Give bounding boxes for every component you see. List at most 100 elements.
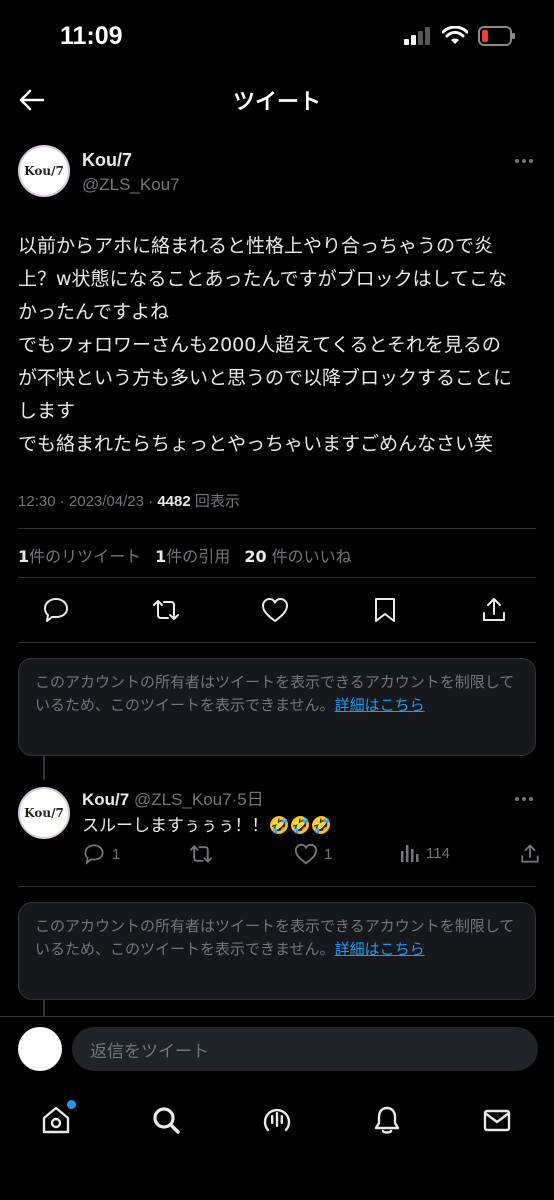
retweets-stat[interactable]: 1件のリツイート bbox=[18, 543, 141, 567]
reply-author-name[interactable]: Kou/7 bbox=[82, 790, 129, 809]
battery-low-icon bbox=[478, 26, 515, 46]
reply-reply-count: 1 bbox=[112, 845, 121, 863]
likes-label: 件のいいね bbox=[271, 547, 352, 566]
tweet-time: 12:30 bbox=[18, 493, 56, 510]
author-name[interactable]: Kou/7 bbox=[82, 150, 132, 171]
tweet-text-line: でもフォロワーさんも2000人超えてくるとそれを見るの bbox=[18, 334, 501, 356]
mail-icon bbox=[483, 1109, 511, 1132]
bookmark-button[interactable] bbox=[369, 594, 401, 626]
divider bbox=[18, 886, 536, 887]
reply-input[interactable]: 返信をツイート bbox=[72, 1027, 538, 1071]
learn-more-link[interactable]: 詳細はこちら bbox=[335, 696, 425, 714]
tweet-text-line: かったんですよね bbox=[18, 301, 170, 323]
tweet-author: Kou/7 Kou/7 @ZLS_Kou7 bbox=[18, 145, 538, 205]
restricted-tweet-notice: このアカウントの所有者はツイートを表示できるアカウントを制限しているため、このツ… bbox=[18, 658, 536, 756]
navigation-header: ツイート bbox=[0, 70, 554, 130]
search-icon bbox=[153, 1107, 180, 1134]
author-handle[interactable]: @ZLS_Kou7 bbox=[82, 175, 180, 195]
tab-messages[interactable] bbox=[477, 1100, 517, 1140]
retweet-button[interactable] bbox=[150, 594, 182, 626]
reply-actions: 1 1 114 bbox=[82, 843, 540, 869]
tweet-text-line: 上？w状態になることあったんですがブロックはしてこな bbox=[18, 268, 508, 290]
tweet-text-line: 以前からアホに絡まれると性格上やり合っちゃうので炎 bbox=[18, 235, 494, 257]
reply-retweet-button[interactable] bbox=[188, 843, 214, 865]
tab-search[interactable] bbox=[146, 1100, 186, 1140]
reply-time: 5日 bbox=[237, 790, 264, 809]
heart-icon bbox=[294, 843, 318, 865]
reply-views-count: 114 bbox=[426, 844, 450, 862]
page-title: ツイート bbox=[232, 90, 321, 115]
tweet-date: 2023/04/23 bbox=[68, 493, 144, 510]
notice-text: このアカウントの所有者はツイートを表示できるアカウントを制限しているため、このツ… bbox=[35, 673, 515, 714]
retweet-icon bbox=[152, 600, 179, 620]
more-dot-icon bbox=[522, 797, 526, 801]
bell-icon bbox=[374, 1106, 400, 1134]
learn-more-link[interactable]: 詳細はこちら bbox=[335, 940, 425, 958]
heart-icon bbox=[262, 598, 288, 622]
share-icon bbox=[483, 598, 505, 621]
thread-line bbox=[43, 1000, 45, 1016]
more-options-button[interactable] bbox=[510, 151, 538, 171]
reply-text: スルーしますぅぅぅ！！🤣🤣🤣 bbox=[82, 816, 332, 836]
more-dot-icon bbox=[522, 159, 526, 163]
status-bar: 11:09 bbox=[0, 0, 554, 70]
views-count: 4482 bbox=[157, 493, 191, 510]
notification-dot bbox=[67, 1100, 76, 1109]
tweet-text-line: でも絡まれたらちょっとやっちゃいますごめんなさい笑 bbox=[18, 433, 494, 455]
retweets-label: 件のリツイート bbox=[29, 547, 142, 566]
current-user-avatar[interactable] bbox=[18, 1027, 62, 1071]
spaces-microphone-icon bbox=[263, 1108, 291, 1132]
avatar[interactable]: Kou/7 bbox=[18, 145, 70, 197]
reply-author-handle[interactable]: @ZLS_Kou7 bbox=[134, 790, 232, 809]
reply-like-button[interactable]: 1 bbox=[294, 843, 332, 865]
reply-button[interactable] bbox=[40, 594, 72, 626]
tab-notifications[interactable] bbox=[367, 1100, 407, 1140]
divider bbox=[18, 528, 536, 529]
reply-avatar[interactable]: Kou/7 bbox=[18, 787, 70, 839]
reply-like-count: 1 bbox=[324, 845, 333, 863]
more-dot-icon bbox=[529, 159, 533, 163]
share-button[interactable] bbox=[478, 594, 510, 626]
tweet-text-line: が不快という方も多いと思うので以降ブロックすることに bbox=[18, 367, 513, 389]
reply-tweet[interactable]: Kou/7 Kou/7 @ZLS_Kou7·5日 スルーしますぅぅぅ！！🤣🤣🤣 … bbox=[18, 785, 540, 875]
more-dot-icon bbox=[515, 797, 519, 801]
cellular-signal-icon bbox=[404, 27, 430, 45]
tab-home[interactable] bbox=[36, 1100, 76, 1140]
views-chart-icon bbox=[401, 845, 419, 862]
tweet-text-line: します bbox=[18, 400, 76, 422]
tweet-actions bbox=[40, 592, 510, 628]
more-dot-icon bbox=[529, 797, 533, 801]
wifi-icon bbox=[442, 26, 468, 44]
retweet-icon bbox=[189, 845, 213, 863]
tweet-stats: 1件のリツイート 1件の引用 20 件のいいね bbox=[18, 543, 352, 567]
avatar-label: Kou/7 bbox=[24, 806, 64, 820]
reply-icon bbox=[44, 598, 68, 622]
reply-reply-button[interactable]: 1 bbox=[82, 843, 120, 865]
quotes-label: 件の引用 bbox=[166, 547, 231, 566]
divider bbox=[18, 642, 536, 643]
reply-header: Kou/7 @ZLS_Kou7·5日 bbox=[82, 785, 264, 810]
home-icon bbox=[42, 1106, 70, 1134]
likes-stat[interactable]: 20 件のいいね bbox=[244, 543, 351, 567]
more-dot-icon bbox=[515, 159, 519, 163]
status-time: 11:09 bbox=[60, 22, 123, 50]
retweets-count: 1 bbox=[18, 547, 30, 566]
views-label: 回表示 bbox=[194, 493, 240, 510]
share-icon bbox=[521, 844, 539, 863]
reply-more-options-button[interactable] bbox=[510, 789, 538, 809]
bookmark-icon bbox=[374, 598, 395, 622]
avatar-label: Kou/7 bbox=[24, 164, 64, 178]
tab-spaces[interactable] bbox=[257, 1100, 297, 1140]
restricted-tweet-notice: このアカウントの所有者はツイートを表示できるアカウントを制限しているため、このツ… bbox=[18, 902, 536, 1000]
reply-composer-bar: 返信をツイート bbox=[0, 1016, 554, 1080]
thread-line bbox=[43, 756, 45, 780]
reply-share-button[interactable] bbox=[520, 843, 540, 865]
quotes-stat[interactable]: 1件の引用 bbox=[155, 543, 230, 567]
divider bbox=[18, 577, 536, 578]
likes-count: 20 bbox=[244, 547, 267, 566]
status-icons bbox=[404, 26, 516, 46]
reply-views-button[interactable]: 114 bbox=[400, 843, 450, 863]
notice-text: このアカウントの所有者はツイートを表示できるアカウントを制限しているため、このツ… bbox=[35, 917, 515, 958]
like-button[interactable] bbox=[259, 594, 291, 626]
reply-icon bbox=[84, 844, 104, 865]
